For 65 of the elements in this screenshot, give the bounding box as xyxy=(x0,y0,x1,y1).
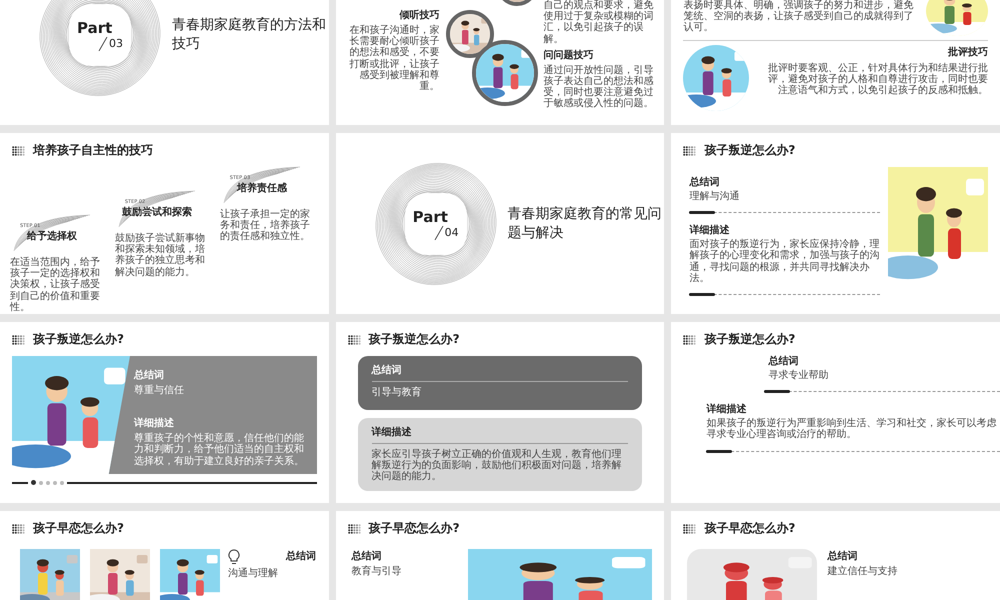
technique-heading: 批评技巧 xyxy=(946,46,988,59)
step-heading: 培养责任感 xyxy=(236,181,287,195)
part-number: 04 xyxy=(444,226,459,239)
slash-line xyxy=(98,36,108,50)
detail-label: 详细描述 xyxy=(689,223,730,238)
section-title: 青春期家庭教育的方法和技巧 xyxy=(172,16,327,53)
slide-title: 孩子早恋怎么办? xyxy=(368,520,460,537)
technique-heading: 倾听技巧 xyxy=(398,8,440,22)
slide-title: 孩子叛逆怎么办? xyxy=(368,331,460,348)
part-number: 03 xyxy=(109,37,123,50)
dot-grid-icon xyxy=(12,524,25,534)
step-heading: 给予选择权 xyxy=(27,230,77,243)
pager-dot[interactable] xyxy=(60,480,64,484)
part-label: Part xyxy=(412,208,448,226)
detail-label: 详细描述 xyxy=(706,402,748,416)
pager-dot[interactable] xyxy=(46,480,50,484)
slide-title: 培养孩子自主性的技巧 xyxy=(33,142,153,159)
summary-label: 总结词 xyxy=(372,364,403,377)
summary-label: 总结词 xyxy=(768,354,800,368)
technique-heading: 问问题技巧 xyxy=(544,48,595,62)
technique-text: 在和孩子沟通时，家长需要耐心倾听孩子的想法和感受，不要打断或批评，让孩子感受到被理解和尊重。 xyxy=(348,25,440,92)
detail-text: 家长应引导孩子树立正确的价值观和人生观，教育他们理解叛逆行为的负面影响，鼓励他们积极面对问题，培养解决问题的能力。 xyxy=(372,449,623,483)
slide-title: 孩子叛逆怎么办? xyxy=(704,331,796,348)
step-text: 在适当范围内，给予孩子一定的选择权和决策权，让孩子感受到自己的价值和重要性。 xyxy=(10,257,101,313)
dot-grid-icon xyxy=(683,334,696,344)
technique-text: 批评时要客观、公正，针对具体行为和结果进行批评，避免对孩子的人格和自尊进行攻击，同时也要注意语气和方式，以免引起孩子的反感和抵触。 xyxy=(766,63,988,97)
summary-text: 尊重与信任 xyxy=(134,385,185,396)
slide-title: 孩子早恋怎么办? xyxy=(704,520,796,537)
summary-label: 总结词 xyxy=(689,176,720,189)
summary-label: 总结词 xyxy=(134,368,165,382)
detail-text: 如果孩子的叛逆行为严重影响到生活、学习和社交，家长可以考虑寻求专业心理咨询或治疗的帮助。 xyxy=(706,418,998,441)
summary-label: 总结词 xyxy=(286,550,316,563)
step-text: 让孩子承担一定的家务和责任，培养孩子的责任感和独立性。 xyxy=(220,209,311,243)
step-text: 鼓励孩子尝试新事物和探索未知领域，培养孩子的独立思考和解决问题的能力。 xyxy=(114,233,206,278)
pager-dot[interactable] xyxy=(31,480,36,485)
section-title: 青春期家庭教育的常见问题与解决 xyxy=(508,205,663,242)
detail-text: 面对孩子的叛逆行为，家长应保持冷静，理解孩子的心理变化和需求，加强与孩子的沟通，寻找问题的根源，并共同寻找解决办法。 xyxy=(689,239,880,284)
summary-text: 沟通与理解 xyxy=(228,568,278,580)
dot-grid-icon xyxy=(12,146,25,156)
step-heading: 鼓励尝试和探索 xyxy=(122,206,192,219)
slash-line xyxy=(434,226,444,240)
slide-title: 孩子叛逆怎么办? xyxy=(33,331,124,348)
detail-text: 尊重孩子的个性和意愿，信任他们的能力和判断力，给予他们适当的自主权和选择权，有助于建立良好的亲子关系。 xyxy=(134,433,305,467)
pager-dot[interactable] xyxy=(53,480,57,484)
summary-text: 寻求专业帮助 xyxy=(768,370,830,382)
dot-grid-icon xyxy=(348,334,361,344)
summary-text: 建立信任与支持 xyxy=(827,566,898,578)
summary-text: 教育与引导 xyxy=(352,566,403,578)
slide-title: 孩子早恋怎么办? xyxy=(33,520,124,537)
summary-text: 引导与教育 xyxy=(372,387,423,398)
dot-grid-icon xyxy=(683,524,696,534)
dot-grid-icon xyxy=(12,334,25,344)
slide-title: 孩子叛逆怎么办? xyxy=(704,142,796,159)
detail-label: 详细描述 xyxy=(134,416,175,430)
technique-text: 自己的观点和要求，避免使用过于复杂或模糊的词汇，以免引起孩子的误解。 xyxy=(544,0,655,45)
pager-dot[interactable] xyxy=(39,480,43,484)
summary-label: 总结词 xyxy=(352,550,383,563)
part-label: Part xyxy=(77,18,112,36)
technique-text: 通过问开放性问题，引导孩子表达自己的想法和感受，同时也要注意避免过于敏感或侵入性的问题。 xyxy=(544,64,655,110)
dot-grid-icon xyxy=(348,524,361,534)
dot-grid-icon xyxy=(683,146,696,156)
lightbulb-icon xyxy=(228,549,240,565)
summary-text: 理解与沟通 xyxy=(689,191,740,202)
summary-label: 总结词 xyxy=(827,550,858,563)
detail-label: 详细描述 xyxy=(372,425,413,439)
